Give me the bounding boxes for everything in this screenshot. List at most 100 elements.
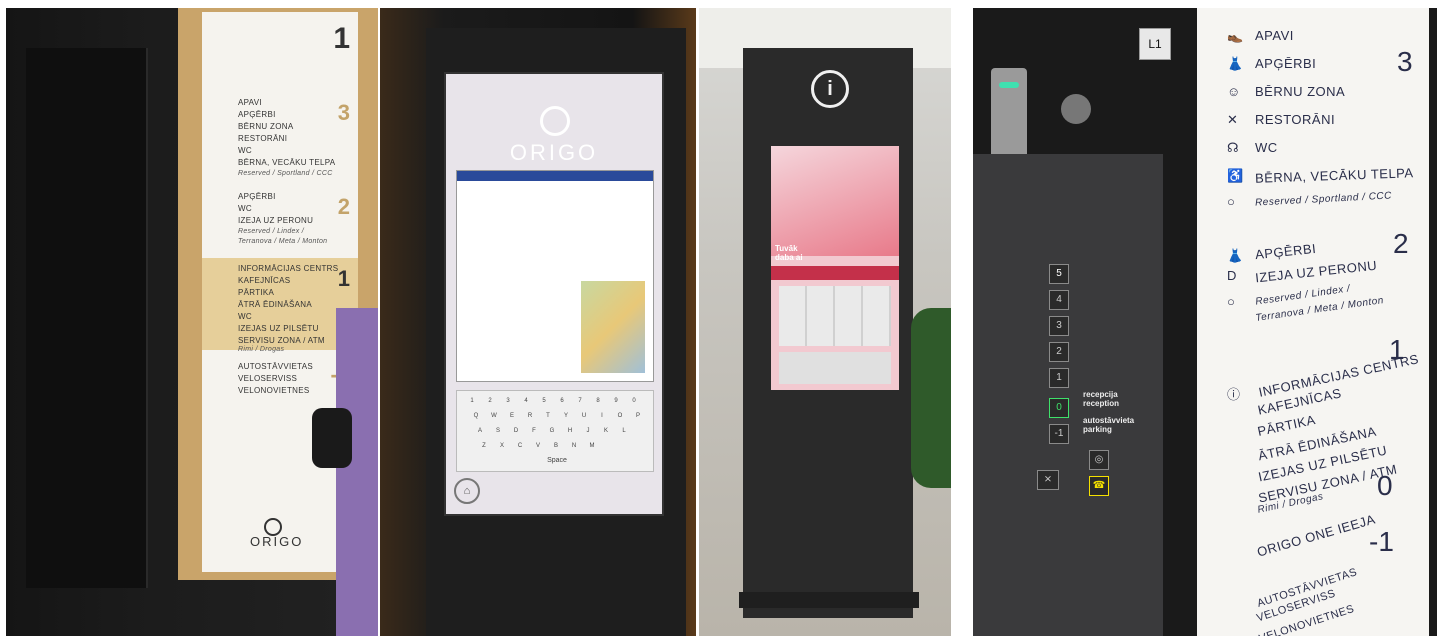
mall-map	[779, 352, 891, 384]
p1-item-1-0: INFORMĀCIJAS CENTRS	[238, 264, 339, 273]
circle-icon: ○	[1227, 194, 1235, 209]
p1-item-2-2: IZEJA UZ PERONU	[238, 216, 314, 225]
key-j[interactable]: J	[581, 425, 595, 437]
key-p[interactable]: P	[631, 410, 645, 422]
alarm-icon[interactable]: ◎	[1089, 450, 1109, 470]
key-2[interactable]: 2	[483, 395, 497, 407]
p4-item-2-1: IZEJA UZ PERONU	[1254, 257, 1378, 286]
p1-item-1-2: PĀRTIKA	[238, 288, 275, 297]
p1-item-neg1-1: VELOSERVISS	[238, 374, 298, 383]
key-k[interactable]: K	[599, 425, 613, 437]
onscreen-keyboard: 1234567890 QWERTYUIOP ASDFGHJKL ZXCVBNM Spa…	[456, 390, 654, 472]
key-d[interactable]: D	[509, 425, 523, 437]
key-i[interactable]: I	[595, 410, 609, 422]
key-z[interactable]: Z	[477, 440, 491, 452]
kiosk-screen: ORIGO 1234567890 QWERTYUIOP ASDFGHJKL ZXCVB…	[444, 72, 664, 516]
p4-item-3-2: BĒRNU ZONA	[1255, 84, 1346, 99]
person	[336, 308, 378, 636]
p1-item-3-1: APĢĒRBI	[238, 110, 276, 119]
p4-item-2-0: APĢĒRBI	[1254, 240, 1317, 263]
key-n[interactable]: N	[567, 440, 581, 452]
p4-item-3-5: BĒRNA, VECĀKU TELPA	[1254, 165, 1414, 186]
key-m[interactable]: M	[585, 440, 599, 452]
key-v[interactable]: V	[531, 440, 545, 452]
key-5[interactable]: 5	[537, 395, 551, 407]
key-u[interactable]: U	[577, 410, 591, 422]
floor-button-1[interactable]: 1	[1049, 368, 1069, 388]
family-room-icon: ♿	[1227, 168, 1244, 183]
floor-button-4[interactable]: 4	[1049, 290, 1069, 310]
key-3[interactable]: 3	[501, 395, 515, 407]
key-g[interactable]: G	[545, 425, 559, 437]
p4-item-3-0: APAVI	[1255, 28, 1294, 43]
key-9[interactable]: 9	[609, 395, 623, 407]
key-x[interactable]: X	[495, 440, 509, 452]
key-o[interactable]: O	[613, 410, 627, 422]
promo-banner	[771, 266, 899, 280]
key-s[interactable]: S	[491, 425, 505, 437]
cutlery-icon: ✕	[1227, 112, 1238, 127]
key-y[interactable]: Y	[559, 410, 573, 422]
stroller-icon: ☺	[1227, 84, 1241, 99]
p4-item-3-4: WC	[1255, 140, 1278, 155]
key-0[interactable]: 0	[627, 395, 641, 407]
keyhole-icon	[1061, 94, 1091, 124]
p4-floor-neg1: -1	[1369, 526, 1394, 557]
p4-item-0: ORIGO ONE IEEJA	[1255, 511, 1378, 560]
key-b[interactable]: B	[549, 440, 563, 452]
p1-item-2-0: APĢĒRBI	[238, 192, 276, 201]
key-7[interactable]: 7	[573, 395, 587, 407]
key-l[interactable]: L	[617, 425, 631, 437]
key-a[interactable]: A	[473, 425, 487, 437]
key-h[interactable]: H	[563, 425, 577, 437]
city-map	[581, 281, 645, 373]
floor-button-5[interactable]: 5	[1049, 264, 1069, 284]
reader-led	[999, 82, 1019, 88]
floor-button-0[interactable]: 0	[1049, 398, 1069, 418]
p1-item-1-1: KAFEJNĪCAS	[238, 276, 291, 285]
key-t[interactable]: T	[541, 410, 555, 422]
promo-hero	[771, 146, 899, 256]
clothing-icon: 👗	[1227, 248, 1244, 263]
key-e[interactable]: E	[505, 410, 519, 422]
parking-lv: autostāvvieta	[1083, 416, 1135, 425]
floor-number-2: 2	[337, 194, 350, 219]
directory-panel: 1 3 APAVI APĢĒRBI BĒRNU ZONA RESTORĀNI W…	[202, 12, 358, 572]
parking-en: parking	[1083, 425, 1112, 434]
p2-brand: ORIGO	[509, 140, 599, 165]
shoe-icon: 👞	[1227, 28, 1244, 43]
p4-floor-2: 2	[1393, 228, 1409, 259]
p1-item-3-2: BĒRNU ZONA	[238, 122, 294, 131]
p1-note-2a: Reserved / Lindex /	[238, 228, 305, 235]
photo-touch-kiosk: ORIGO 1234567890 QWERTYUIOP ASDFGHJKL ZXCVB…	[380, 8, 696, 636]
kiosk-base	[739, 592, 919, 608]
key-w[interactable]: W	[487, 410, 501, 422]
floor-button-neg1[interactable]: -1	[1049, 424, 1069, 444]
key-1[interactable]: 1	[465, 395, 479, 407]
home-icon[interactable]: ⌂	[454, 478, 480, 504]
card-reader	[991, 68, 1027, 158]
key-c[interactable]: C	[513, 440, 527, 452]
promo-title: Tuvāk daba ai	[775, 244, 803, 262]
key-r[interactable]: R	[523, 410, 537, 422]
floor-button-3[interactable]: 3	[1049, 316, 1069, 336]
key-4[interactable]: 4	[519, 395, 533, 407]
key-q[interactable]: Q	[469, 410, 483, 422]
floor-button-2[interactable]: 2	[1049, 342, 1069, 362]
key-8[interactable]: 8	[591, 395, 605, 407]
key-f[interactable]: F	[527, 425, 541, 437]
p4-floor-1: 1	[1389, 334, 1405, 365]
clothing-icon: 👗	[1227, 56, 1244, 71]
elevator-door	[26, 48, 148, 588]
p1-logo-text: ORIGO	[250, 534, 304, 549]
p1-note-2b: Terranova / Meta / Monton	[238, 238, 328, 245]
key-6[interactable]: 6	[555, 395, 569, 407]
emergency-call-icon[interactable]: ☎	[1089, 476, 1109, 496]
category-grid	[779, 286, 891, 346]
space-key[interactable]: Space	[517, 455, 597, 467]
p4-floor-0: 0	[1377, 470, 1393, 501]
p1-item-3-3: RESTORĀNI	[238, 134, 288, 143]
p4-note-3: Reserved / Sportland / CCC	[1254, 190, 1393, 209]
door-close-icon[interactable]: ⨯	[1037, 470, 1059, 490]
p4-d-label: D	[1227, 268, 1237, 283]
